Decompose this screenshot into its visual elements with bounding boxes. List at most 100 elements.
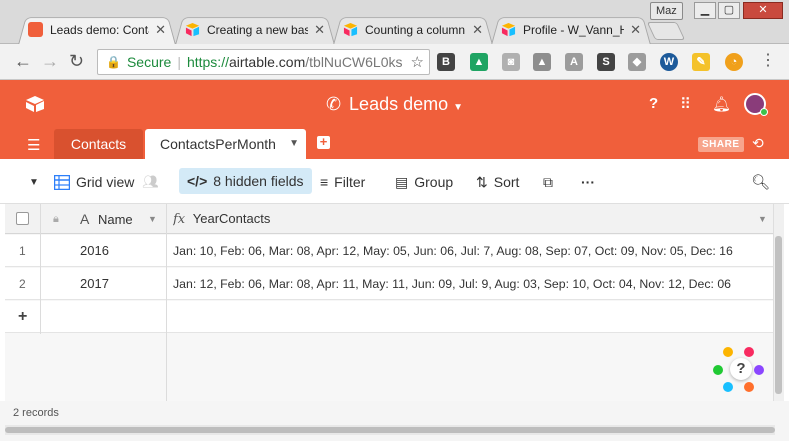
filter-icon: ≡ — [320, 174, 329, 190]
grid-view-icon — [54, 174, 70, 190]
table-tabs-bar: ☰ Contacts ContactsPerMonth ▼ + SHARE ⟲ — [0, 129, 789, 159]
browser-tab-creating-base[interactable]: Creating a new basi ✕ — [175, 14, 335, 45]
add-table-button[interactable]: + — [317, 135, 330, 149]
reload-icon[interactable]: ↻ — [69, 52, 84, 70]
chrome-menu-icon[interactable]: ⋮ — [760, 52, 776, 70]
share-button[interactable]: SHARE — [698, 137, 744, 152]
base-title-menu[interactable]: ✆ Leads demo ▼ — [0, 94, 789, 115]
close-tab-icon[interactable]: ✕ — [314, 22, 325, 38]
yearcontacts-cell[interactable]: Jan: 10, Feb: 06, Mar: 08, Apr: 12, May:… — [173, 235, 771, 267]
column-name: YearContacts — [192, 211, 271, 226]
tab-title: Creating a new basi — [207, 22, 309, 37]
collaborators-icon: 👥︎ — [142, 174, 159, 189]
timer-extension-icon[interactable]: ◔ — [725, 53, 743, 71]
share-view-icon[interactable]: ⧉ — [543, 171, 553, 193]
help-icon[interactable]: ? — [649, 95, 658, 112]
column-divider — [166, 204, 167, 401]
sort-button[interactable]: ⇅ Sort — [476, 171, 519, 193]
view-bar: ▼ Grid view 👥︎ </> 8 hidden fields ≡ Fil… — [0, 159, 789, 204]
formula-field-type-icon: fx — [173, 212, 186, 227]
url-host: airtable.com — [228, 54, 306, 70]
group-button[interactable]: ▤ Group — [395, 171, 453, 193]
profile-badge[interactable]: Maz — [650, 2, 683, 20]
code-hide-fields-icon: </> — [187, 173, 208, 189]
column-header-yearcontacts[interactable]: fx YearContacts — [173, 204, 473, 234]
lock-icon: 🔒 — [106, 55, 121, 69]
records-grid: 🔒︎ A Name ▼ fx YearContacts ▼ 1 2016 Jan… — [5, 204, 773, 401]
table-tab-contactspermonth[interactable]: ContactsPerMonth ▼ — [145, 129, 306, 159]
chevron-down-icon[interactable]: ▼ — [758, 204, 767, 234]
maximize-button[interactable]: ▢ — [718, 2, 740, 19]
table-tab-contacts[interactable]: Contacts — [54, 129, 143, 159]
close-tab-icon[interactable]: ✕ — [472, 22, 483, 38]
name-cell[interactable]: 2017 — [80, 268, 109, 300]
horizontal-scrollbar[interactable] — [5, 427, 775, 433]
help-dot-pink — [744, 347, 754, 357]
map-extension-icon[interactable]: ✎ — [692, 53, 710, 71]
history-icon[interactable]: ⟲ — [752, 135, 764, 152]
minimize-button[interactable]: ▁ — [694, 2, 716, 19]
chevron-down-icon[interactable]: ▼ — [148, 204, 157, 234]
hidden-fields-button[interactable]: </> 8 hidden fields — [179, 168, 312, 194]
search-icon[interactable]: 🔍︎ — [751, 171, 770, 193]
close-window-button[interactable]: ✕ — [743, 2, 783, 19]
scribe-s-icon[interactable]: S — [597, 53, 615, 71]
views-sidebar-toggle-icon[interactable]: ▼ — [29, 171, 39, 193]
yearcontacts-cell[interactable]: Jan: 12, Feb: 06, Mar: 08, Apr: 11, May:… — [173, 268, 771, 300]
help-question-icon: ? — [730, 358, 752, 380]
back-arrow-icon[interactable]: ← — [14, 52, 32, 70]
add-record-button[interactable]: + — [18, 301, 27, 333]
view-switcher[interactable]: Grid view 👥︎ — [54, 171, 159, 193]
wordpress-icon[interactable]: W — [660, 53, 678, 71]
help-widget[interactable]: ? — [713, 345, 765, 393]
airtable-phone-favicon-icon — [28, 22, 43, 37]
record-count: 2 records — [13, 407, 59, 419]
google-drive-icon[interactable]: ▲ — [470, 53, 488, 71]
sort-label: Sort — [493, 174, 520, 190]
browser-titlebar: Leads demo: Contac ✕ Creating a new basi… — [0, 0, 789, 45]
new-tab-button[interactable] — [646, 22, 686, 40]
help-dot-purple — [754, 365, 764, 375]
puzzle-extension-icon[interactable]: ◆ — [628, 53, 646, 71]
help-dot-green — [713, 365, 723, 375]
filter-button[interactable]: ≡ Filter — [320, 171, 365, 193]
airtable-favicon-icon — [343, 22, 358, 37]
chevron-down-icon[interactable]: ▼ — [289, 129, 299, 159]
hamburger-menu-icon[interactable]: ☰ — [27, 136, 40, 154]
drive-upload-icon[interactable]: ▲ — [533, 53, 551, 71]
table-row[interactable]: 1 2016 Jan: 10, Feb: 06, Mar: 08, Apr: 1… — [5, 235, 773, 267]
forward-arrow-icon[interactable]: → — [41, 52, 59, 70]
close-tab-icon[interactable]: ✕ — [155, 22, 166, 38]
b-extension-icon[interactable]: B — [437, 53, 455, 71]
browser-tab-profile[interactable]: Profile - W_Vann_H ✕ — [491, 14, 651, 45]
browser-tab-leads-demo[interactable]: Leads demo: Contac ✕ — [18, 14, 176, 45]
close-tab-icon[interactable]: ✕ — [630, 22, 641, 38]
address-bar[interactable]: 🔒 Secure | https:// airtable.com /tblNuC… — [97, 49, 430, 75]
select-all-checkbox[interactable] — [16, 212, 29, 225]
base-title: Leads demo — [349, 94, 449, 114]
apps-grid-icon[interactable]: ⠿ — [680, 95, 691, 113]
filter-label: Filter — [334, 174, 366, 190]
row-number: 1 — [19, 244, 26, 258]
bookmark-star-icon[interactable]: ☆ — [410, 53, 424, 71]
add-row[interactable]: + — [5, 301, 773, 333]
pdf-icon[interactable]: A — [565, 53, 583, 71]
table-row[interactable]: 2 2017 Jan: 12, Feb: 06, Mar: 08, Apr: 1… — [5, 268, 773, 300]
airtable-favicon-icon — [185, 22, 200, 37]
more-options-button[interactable]: ··· — [581, 171, 595, 193]
name-cell[interactable]: 2016 — [80, 235, 109, 267]
grid-header: 🔒︎ A Name ▼ fx YearContacts ▼ — [5, 204, 773, 234]
user-avatar[interactable] — [744, 93, 768, 116]
group-icon: ▤ — [395, 173, 409, 190]
column-name: Name — [97, 212, 133, 227]
notifications-bell-icon[interactable]: 🔔︎ — [712, 95, 731, 113]
help-dot-orange — [744, 382, 754, 392]
camera-icon[interactable]: ◙ — [502, 53, 520, 71]
text-field-type-icon: A — [80, 211, 90, 227]
vertical-scrollbar[interactable] — [775, 236, 782, 394]
app-header: ✆ Leads demo ▼ ? ⠿ 🔔︎ — [0, 80, 789, 129]
help-dot-blue — [723, 382, 733, 392]
address-separator: | — [177, 54, 181, 70]
browser-tab-counting-column[interactable]: Counting a column ✕ — [333, 14, 493, 45]
grid-footer — [0, 401, 789, 441]
